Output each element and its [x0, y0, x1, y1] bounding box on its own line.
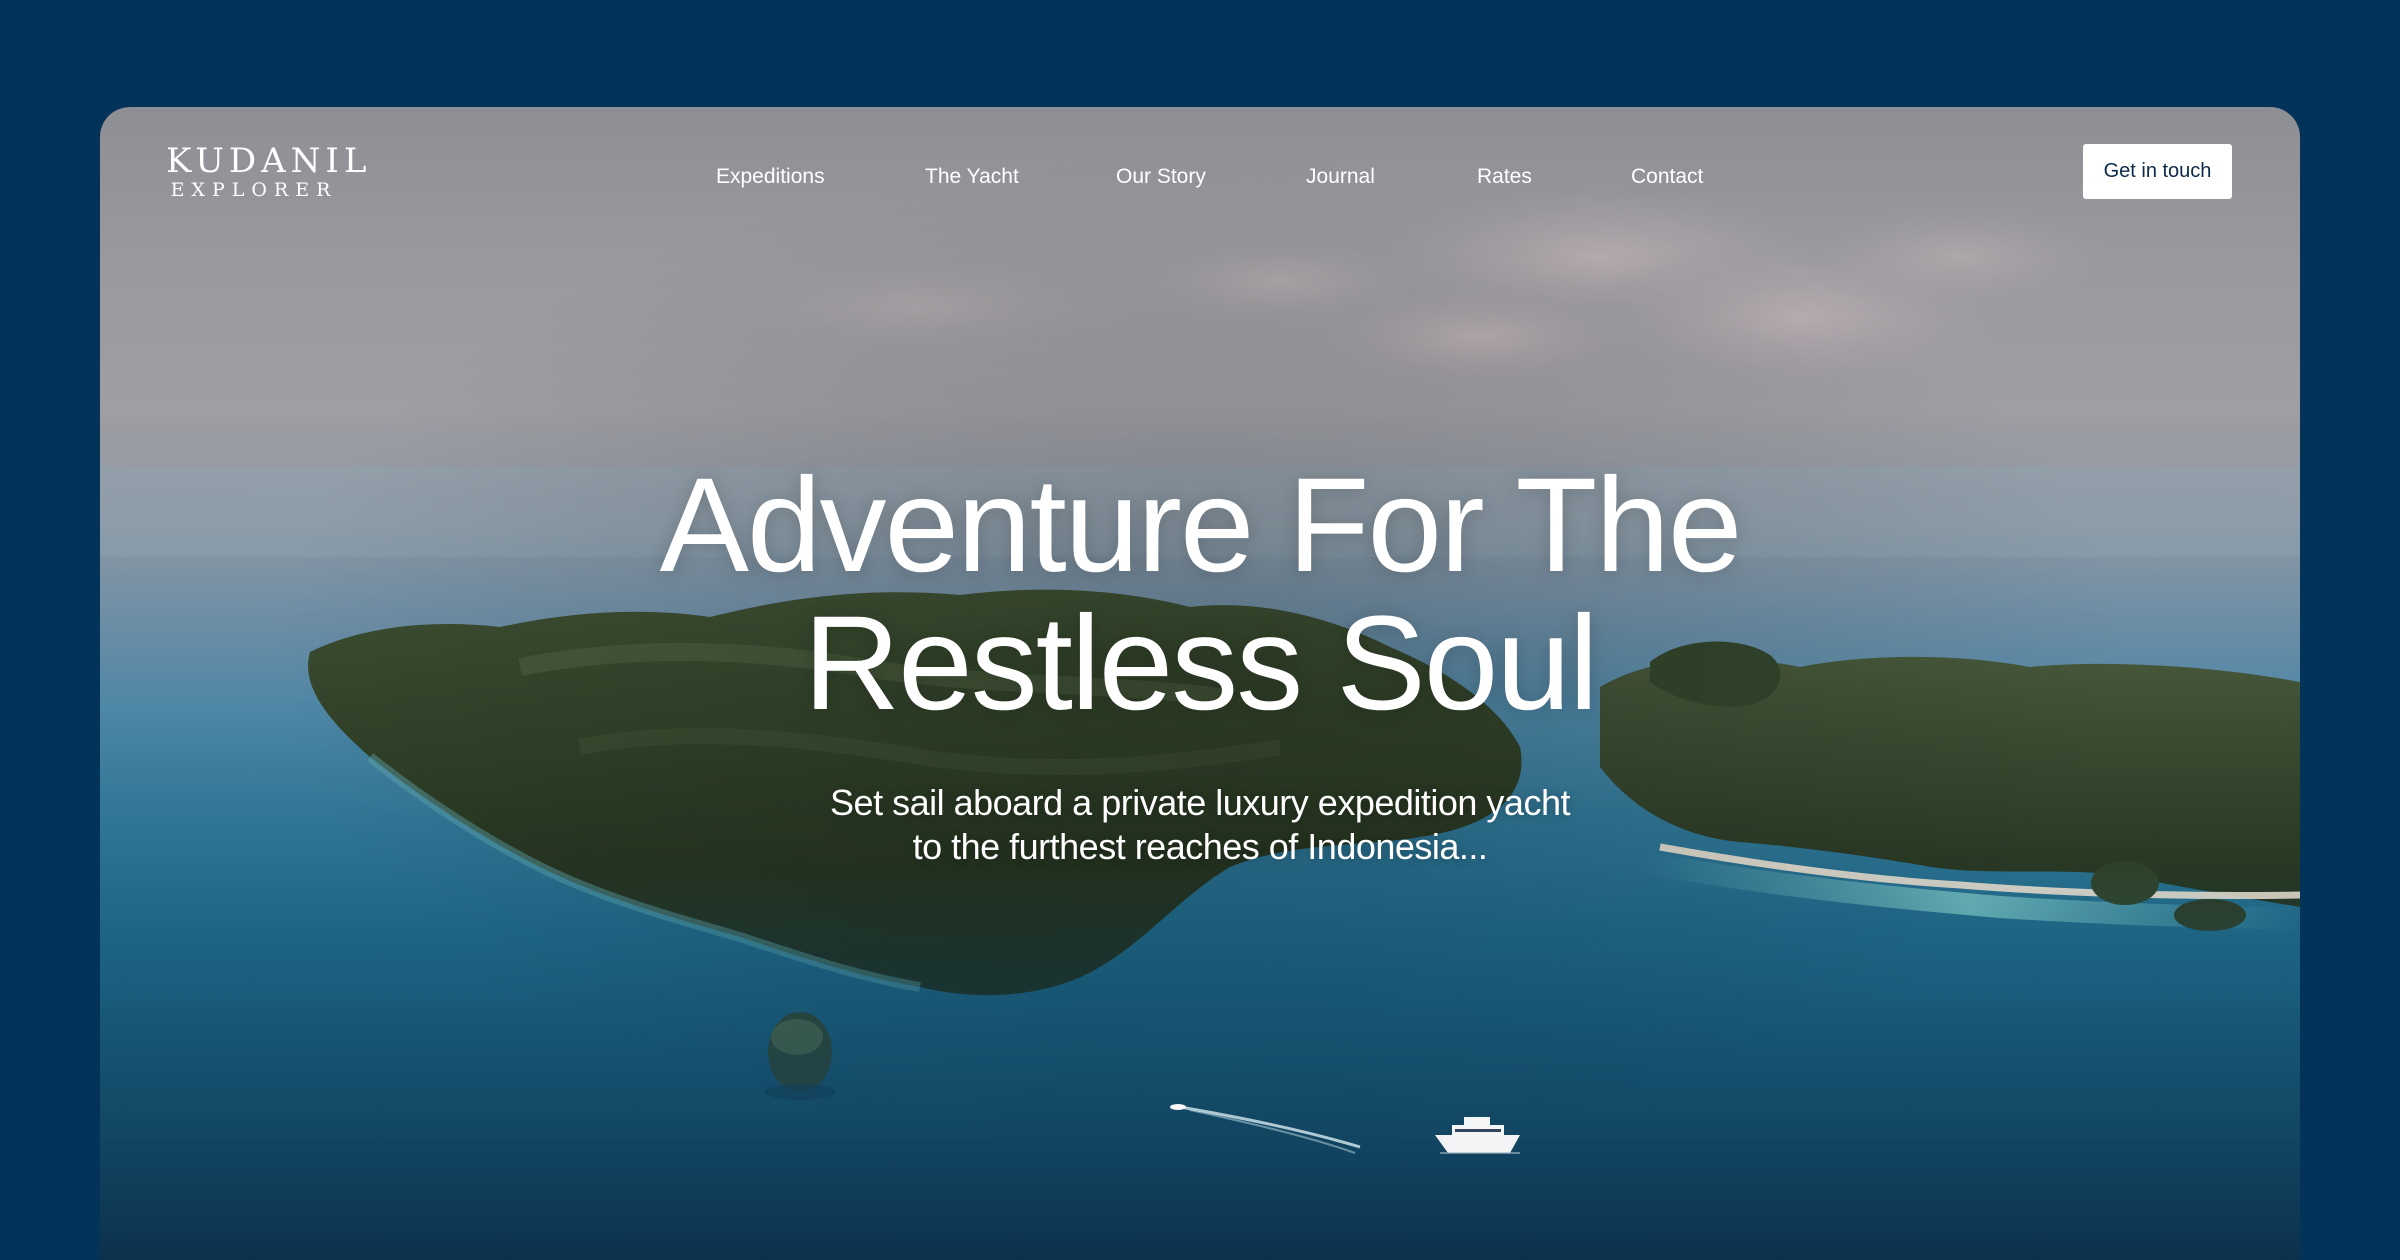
hero-subheading: Set sail aboard a private luxury expedit… — [100, 781, 2300, 869]
nav-item-our-story[interactable]: Our Story — [1116, 157, 1206, 197]
hero-subheading-line-2: to the furthest reaches of Indonesia... — [912, 826, 1488, 867]
get-in-touch-button[interactable]: Get in touch — [2083, 144, 2232, 199]
hero-frame: KUDANIL EXPLORER Expeditions The Yacht O… — [100, 107, 2300, 1260]
nav-item-journal[interactable]: Journal — [1306, 157, 1375, 197]
brand-logo[interactable]: KUDANIL EXPLORER — [166, 141, 372, 201]
hero-headline-line-1: Adventure For The — [659, 451, 1743, 600]
brand-tagline: EXPLORER — [170, 179, 338, 201]
nav-item-expeditions[interactable]: Expeditions — [716, 157, 825, 197]
nav-item-rates[interactable]: Rates — [1477, 157, 1532, 197]
hero-subheading-line-1: Set sail aboard a private luxury expedit… — [830, 782, 1570, 823]
nav-item-contact[interactable]: Contact — [1631, 157, 1703, 197]
nav-item-the-yacht[interactable]: The Yacht — [925, 157, 1019, 197]
hero-headline: Adventure For The Restless Soul — [100, 457, 2300, 733]
hero-headline-line-2: Restless Soul — [803, 589, 1598, 738]
brand-name: KUDANIL — [166, 141, 372, 181]
